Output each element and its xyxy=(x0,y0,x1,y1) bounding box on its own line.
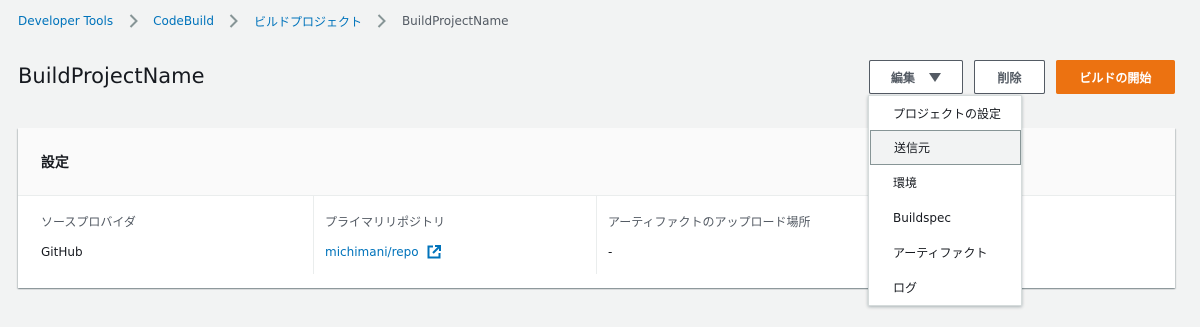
chevron-right-icon xyxy=(113,14,153,28)
start-build-button[interactable]: ビルドの開始 xyxy=(1056,60,1175,94)
page-title: BuildProjectName xyxy=(18,64,205,88)
primary-repo-value: michimani/repo xyxy=(325,245,596,259)
menu-item-project-settings[interactable]: プロジェクトの設定 xyxy=(869,96,1021,131)
artifact-upload-value: - xyxy=(608,245,613,259)
artifact-upload-label: アーティファクトのアップロード場所 xyxy=(608,215,811,229)
menu-item-buildspec[interactable]: Buildspec xyxy=(869,200,1021,235)
delete-button[interactable]: 削除 xyxy=(974,60,1045,94)
chevron-right-icon xyxy=(214,14,254,28)
edit-dropdown-button[interactable]: 編集 xyxy=(869,60,963,94)
menu-item-artifacts[interactable]: アーティファクト xyxy=(869,235,1021,270)
breadcrumb-build-projects[interactable]: ビルドプロジェクト xyxy=(254,13,362,30)
external-link-icon[interactable] xyxy=(427,245,441,259)
breadcrumb-developer-tools[interactable]: Developer Tools xyxy=(18,14,113,28)
settings-title: 設定 xyxy=(41,154,69,171)
menu-item-logs[interactable]: ログ xyxy=(869,270,1021,305)
source-provider-column: ソースプロバイダ GitHub xyxy=(41,196,313,274)
source-provider-label: ソースプロバイダ xyxy=(41,215,136,229)
menu-item-environment[interactable]: 環境 xyxy=(869,165,1021,200)
artifact-upload-column: アーティファクトのアップロード場所 - xyxy=(596,196,886,274)
chevron-right-icon xyxy=(362,14,402,28)
breadcrumb: Developer Tools CodeBuild ビルドプロジェクト Buil… xyxy=(18,12,509,30)
breadcrumb-codebuild[interactable]: CodeBuild xyxy=(153,14,214,28)
edit-button-label: 編集 xyxy=(890,70,915,85)
page: Developer Tools CodeBuild ビルドプロジェクト Buil… xyxy=(0,0,1200,327)
source-provider-value: GitHub xyxy=(41,245,83,259)
primary-repo-link[interactable]: michimani/repo xyxy=(325,245,419,259)
breadcrumb-current: BuildProjectName xyxy=(401,14,509,28)
caret-down-icon xyxy=(929,72,941,82)
primary-repo-column: プライマリリポジトリ michimani/repo xyxy=(313,196,596,274)
primary-repo-label: プライマリリポジトリ xyxy=(325,215,446,229)
menu-item-source[interactable]: 送信元 xyxy=(870,130,1021,165)
edit-dropdown-menu: プロジェクトの設定 送信元 環境 Buildspec アーティファクト ログ xyxy=(868,95,1022,306)
